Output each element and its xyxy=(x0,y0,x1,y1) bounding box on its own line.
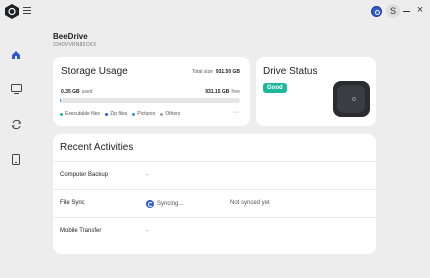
used-size: 0.35 GB used xyxy=(61,89,92,95)
recent-activities-card: Recent Activities Computer Backup - File… xyxy=(53,134,376,254)
legend-item-pictures: Pictures xyxy=(132,111,155,117)
hamburger-menu-icon[interactable] xyxy=(23,7,31,14)
title-bar: S × xyxy=(0,0,430,24)
activity-status: Syncing... xyxy=(146,200,183,208)
drive-status-title: Drive Status xyxy=(263,66,318,77)
phone-icon xyxy=(12,153,20,165)
recent-activities-title: Recent Activities xyxy=(60,142,134,153)
minimize-button[interactable] xyxy=(403,11,410,12)
activity-label: Mobile Transfer xyxy=(60,228,102,234)
storage-progress-bar xyxy=(60,98,240,103)
used-size-value: 0.35 GB xyxy=(61,89,80,95)
total-size: Total size 931.50 GB xyxy=(192,69,240,75)
sidebar-item-computer-backup[interactable] xyxy=(9,82,23,96)
total-size-label: Total size xyxy=(191,69,213,75)
storage-title: Storage Usage xyxy=(61,66,128,77)
close-button[interactable]: × xyxy=(415,5,425,16)
legend-item-executable: Executable files xyxy=(60,111,100,117)
activity-row-computer-backup: Computer Backup - xyxy=(53,161,376,189)
activity-row-mobile-transfer: Mobile Transfer - xyxy=(53,217,376,245)
sync-icon xyxy=(11,119,21,129)
activity-label: File Sync xyxy=(60,200,85,206)
legend-item-others: Others xyxy=(160,111,180,117)
drive-image xyxy=(333,81,370,117)
activity-status: - xyxy=(146,228,148,234)
sidebar-item-home[interactable] xyxy=(9,48,23,62)
home-icon xyxy=(12,51,20,59)
sync-status-icon[interactable] xyxy=(371,6,382,17)
drive-status-card: Drive Status Good xyxy=(256,57,376,126)
free-size-value: 931.15 GB xyxy=(205,89,230,95)
free-size-label: free xyxy=(231,89,240,95)
storage-usage-card: Storage Usage Total size 931.50 GB 0.35 G… xyxy=(53,57,250,126)
activity-label: Computer Backup xyxy=(60,172,109,178)
device-name: BeeDrive xyxy=(53,32,88,41)
device-serial: 2340VVRN85CKX xyxy=(53,42,97,48)
used-size-label: used xyxy=(81,89,93,95)
storage-progress-fill xyxy=(60,98,61,103)
monitor-icon xyxy=(10,84,22,94)
total-size-value: 931.50 GB xyxy=(215,69,240,75)
more-options-button[interactable]: ··· xyxy=(233,109,240,116)
activity-row-file-sync: File Sync Syncing... Not synced yet xyxy=(53,189,376,217)
storage-legend: Executable files Zip files Pictures Othe… xyxy=(60,111,180,117)
activity-extra: Not synced yet xyxy=(230,200,270,206)
synology-logo-icon xyxy=(5,4,19,19)
activity-status: - xyxy=(146,172,148,178)
status-badge: Good xyxy=(263,83,287,93)
sidebar-item-sync[interactable] xyxy=(9,117,23,131)
sidebar-item-mobile[interactable] xyxy=(9,152,23,166)
legend-item-zip: Zip files xyxy=(105,111,127,117)
free-size: 931.15 GB free xyxy=(205,89,240,95)
syncing-icon xyxy=(146,200,154,208)
user-avatar[interactable]: S xyxy=(386,4,400,18)
